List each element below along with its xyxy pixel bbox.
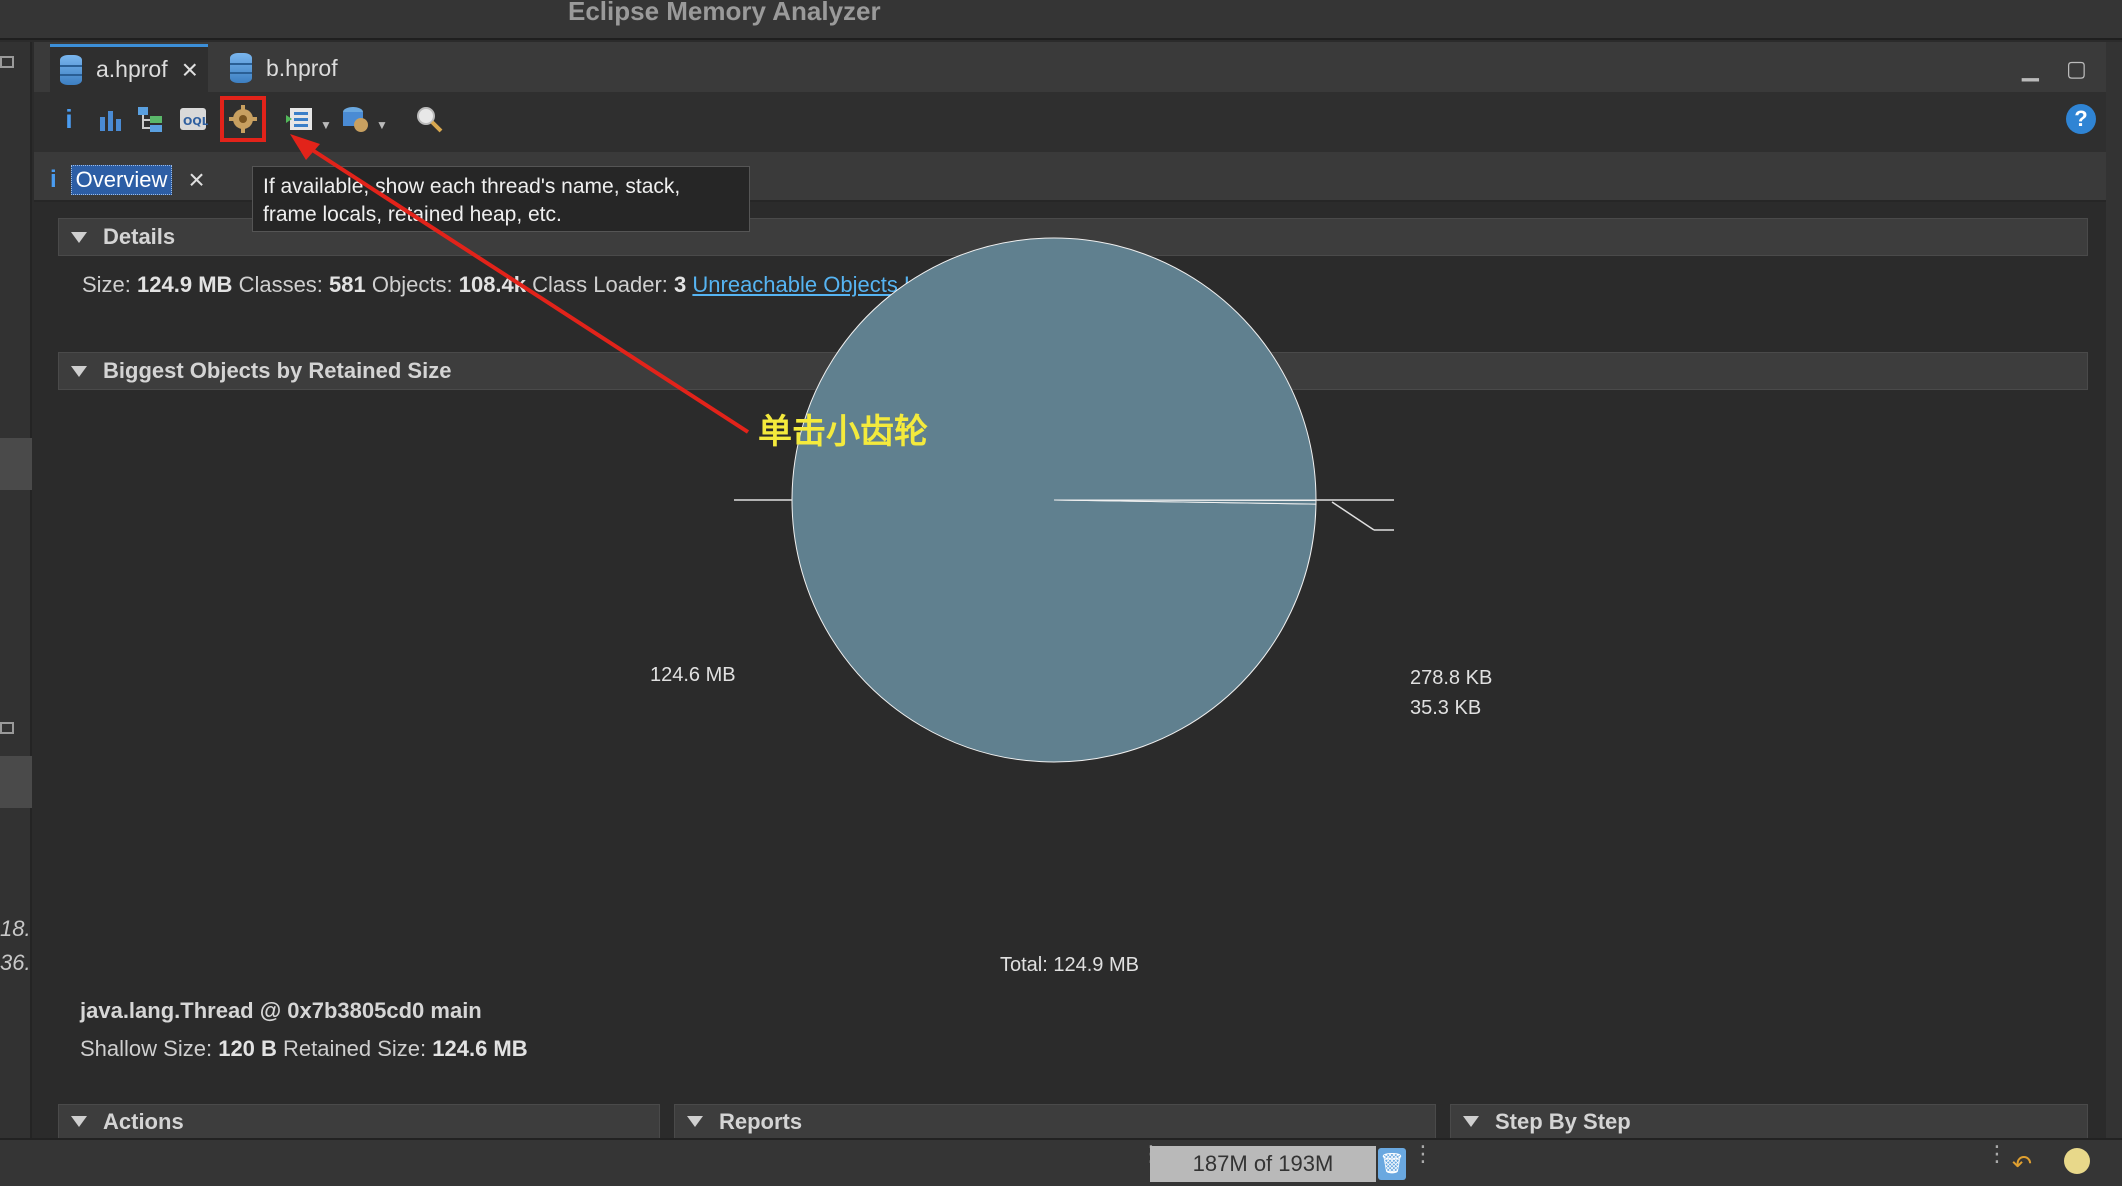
pie-leader-line	[1331, 501, 1375, 531]
actions-section-header[interactable]: Actions	[58, 1104, 660, 1138]
selected-object-sizes: Shallow Size: 120 B Retained Size: 124.6…	[80, 1036, 528, 1061]
tips-bulb-icon[interactable]	[2064, 1148, 2090, 1174]
collapse-triangle-icon[interactable]	[1463, 1116, 1479, 1127]
oql-icon[interactable]: OQL	[176, 102, 210, 136]
info-icon: i	[50, 166, 57, 193]
left-strip-number: 18.	[0, 916, 31, 941]
right-trim-stack	[2106, 42, 2122, 1138]
left-panel-grip[interactable]	[0, 438, 32, 490]
pie-total-label: Total: 124.9 MB	[1000, 954, 1139, 976]
pie-label-main: 124.6 MB	[650, 664, 736, 686]
heap-dump-icon	[60, 54, 82, 85]
status-bar: ⋮ 187M of 193M 🗑 ⋮ ⋮ ↶	[0, 1138, 2122, 1186]
pie-label-second: 278.8 KB	[1410, 667, 1493, 689]
tab-label: b.hprof	[266, 54, 338, 81]
editor-toolbar: i OQL ▼ ▼ ?	[34, 92, 2106, 152]
query-browser-icon[interactable]	[284, 102, 318, 136]
chevron-down-icon[interactable]: ▼	[376, 118, 388, 132]
collapse-triangle-icon[interactable]	[71, 1116, 87, 1127]
section-title: Actions	[103, 1108, 184, 1134]
left-trim-stack: 18. 36.	[0, 42, 32, 1138]
reports-section-header[interactable]: Reports	[674, 1104, 1436, 1138]
garbage-collect-icon[interactable]: 🗑	[1378, 1148, 1406, 1180]
svg-text:OQL: OQL	[183, 115, 208, 128]
help-icon[interactable]: ?	[2066, 104, 2096, 134]
chevron-down-icon[interactable]: ▼	[320, 118, 332, 132]
heap-dump-icon	[230, 53, 252, 83]
tab-label: Overview	[70, 165, 173, 195]
window-title: Eclipse Memory Analyzer	[568, 0, 881, 26]
close-icon[interactable]: ×	[182, 55, 198, 84]
info-icon[interactable]: i	[52, 102, 86, 136]
toolbar-tooltip: If available, show each thread's name, s…	[252, 166, 750, 232]
minimize-icon[interactable]: ▁	[2022, 56, 2039, 82]
heap-dump-details-icon[interactable]	[338, 102, 372, 136]
overview-pane: Details Size: 124.9 MB Classes: 581 Obje…	[34, 202, 2106, 1138]
tab-label: a.hprof	[96, 56, 168, 82]
editor-tab-bar: a.hprof × b.hprof ▁ ▢	[34, 42, 2106, 92]
tab-overview[interactable]: i Overview ×	[50, 162, 215, 198]
step-by-step-section-header[interactable]: Step By Step	[1450, 1104, 2088, 1138]
histogram-icon[interactable]	[94, 102, 128, 136]
tab-b-hprof[interactable]: b.hprof	[220, 44, 338, 92]
search-icon[interactable]	[412, 102, 446, 136]
thread-overview-icon[interactable]	[220, 96, 266, 142]
drag-handle-icon[interactable]: ⋮	[1140, 1143, 1162, 1165]
biggest-objects-pie-chart[interactable]	[34, 202, 2106, 962]
maximize-icon[interactable]: ▢	[2066, 56, 2087, 82]
selected-object-name: java.lang.Thread @ 0x7b3805cd0 main	[80, 998, 482, 1023]
section-title: Step By Step	[1495, 1108, 1631, 1134]
left-strip-number: 36.	[0, 950, 31, 975]
retained-size-value: 124.6 MB	[432, 1036, 528, 1061]
left-panel-grip[interactable]	[0, 756, 32, 808]
section-title: Reports	[719, 1108, 803, 1134]
drag-handle-icon[interactable]: ⋮	[1986, 1143, 2008, 1165]
dominator-tree-icon[interactable]	[134, 102, 168, 136]
title-bar: Eclipse Memory Analyzer	[0, 0, 2122, 40]
update-icon[interactable]: ↶	[2012, 1150, 2032, 1179]
pie-label-third: 35.3 KB	[1410, 697, 1482, 719]
heap-status: 187M of 193M	[1150, 1146, 1376, 1182]
close-icon[interactable]: ×	[188, 166, 204, 194]
annotation-text: 单击小齿轮	[758, 412, 928, 452]
restore-icon[interactable]	[0, 722, 14, 734]
collapse-triangle-icon[interactable]	[687, 1116, 703, 1127]
restore-icon[interactable]	[0, 56, 14, 68]
shallow-size-value: 120 B	[218, 1036, 277, 1061]
tab-a-hprof[interactable]: a.hprof ×	[50, 44, 208, 92]
drag-handle-icon[interactable]: ⋮	[1412, 1143, 1434, 1165]
